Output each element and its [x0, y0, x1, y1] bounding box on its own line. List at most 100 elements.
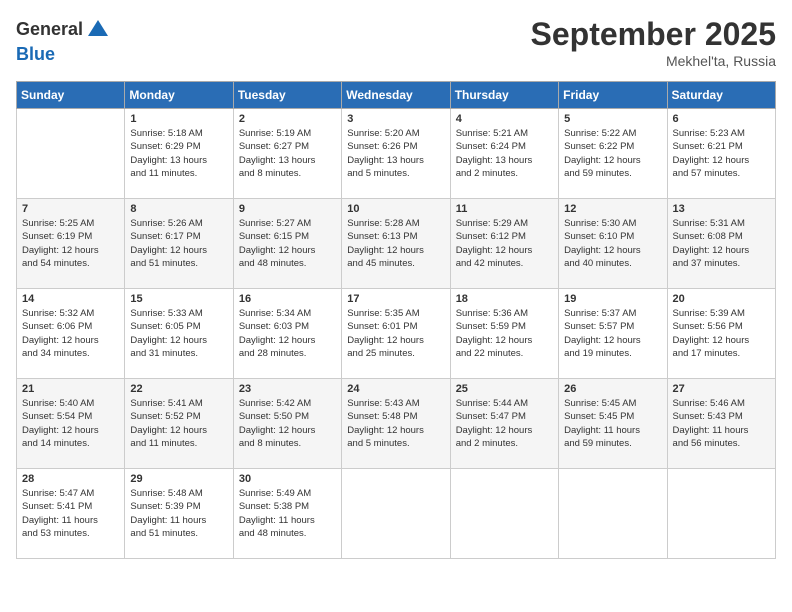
calendar-week-row: 1Sunrise: 5:18 AM Sunset: 6:29 PM Daylig… — [17, 109, 776, 199]
day-number: 12 — [564, 203, 661, 215]
cell-info: Sunrise: 5:43 AM Sunset: 5:48 PM Dayligh… — [347, 397, 444, 450]
calendar-cell: 17Sunrise: 5:35 AM Sunset: 6:01 PM Dayli… — [342, 289, 450, 379]
calendar-cell: 12 Sunrise: 5:30 AM Sunset: 6:10 PM Dayli… — [559, 199, 667, 289]
calendar-cell: 16Sunrise: 5:34 AM Sunset: 6:03 PM Dayli… — [233, 289, 341, 379]
day-number: 30 — [239, 473, 336, 485]
day-number: 5 — [564, 113, 661, 125]
day-number: 25 — [456, 383, 553, 395]
calendar-cell: 24 Sunrise: 5:43 AM Sunset: 5:48 PM Dayli… — [342, 379, 450, 469]
calendar-cell: 30 Sunrise: 5:49 AM Sunset: 5:38 PM Dayli… — [233, 469, 341, 559]
calendar-week-row: 7 Sunrise: 5:25 AM Sunset: 6:19 PM Daylig… — [17, 199, 776, 289]
calendar-header-row: SundayMondayTuesdayWednesdayThursdayFrid… — [17, 82, 776, 109]
day-number: 23 — [239, 383, 336, 395]
day-header-wednesday: Wednesday — [342, 82, 450, 109]
calendar-cell: 9 Sunrise: 5:27 AM Sunset: 6:15 PM Daylig… — [233, 199, 341, 289]
day-header-monday: Monday — [125, 82, 233, 109]
calendar-cell: 27 Sunrise: 5:46 AM Sunset: 5:43 PM Dayli… — [667, 379, 775, 469]
calendar-cell — [450, 469, 558, 559]
cell-info: Sunrise: 5:28 AM Sunset: 6:13 PM Dayligh… — [347, 217, 444, 270]
day-number: 24 — [347, 383, 444, 395]
cell-info: Sunrise: 5:30 AM Sunset: 6:10 PM Dayligh… — [564, 217, 661, 270]
cell-info: Sunrise: 5:18 AM Sunset: 6:29 PM Dayligh… — [130, 127, 227, 180]
cell-info: Sunrise: 5:27 AM Sunset: 6:15 PM Dayligh… — [239, 217, 336, 270]
calendar-cell: 10 Sunrise: 5:28 AM Sunset: 6:13 PM Dayli… — [342, 199, 450, 289]
calendar-cell: 29 Sunrise: 5:48 AM Sunset: 5:39 PM Dayli… — [125, 469, 233, 559]
day-number: 9 — [239, 203, 336, 215]
day-header-friday: Friday — [559, 82, 667, 109]
day-number: 22 — [130, 383, 227, 395]
cell-info: Sunrise: 5:41 AM Sunset: 5:52 PM Dayligh… — [130, 397, 227, 450]
day-header-thursday: Thursday — [450, 82, 558, 109]
calendar-week-row: 14Sunrise: 5:32 AM Sunset: 6:06 PM Dayli… — [17, 289, 776, 379]
day-number: 29 — [130, 473, 227, 485]
calendar-week-row: 21Sunrise: 5:40 AM Sunset: 5:54 PM Dayli… — [17, 379, 776, 469]
calendar-cell: 5Sunrise: 5:22 AM Sunset: 6:22 PM Daylig… — [559, 109, 667, 199]
cell-info: Sunrise: 5:37 AM Sunset: 5:57 PM Dayligh… — [564, 307, 661, 360]
calendar-cell: 3 Sunrise: 5:20 AM Sunset: 6:26 PM Daylig… — [342, 109, 450, 199]
cell-info: Sunrise: 5:42 AM Sunset: 5:50 PM Dayligh… — [239, 397, 336, 450]
day-header-tuesday: Tuesday — [233, 82, 341, 109]
day-number: 26 — [564, 383, 661, 395]
logo-blue: Blue — [16, 44, 55, 64]
day-number: 4 — [456, 113, 553, 125]
day-header-saturday: Saturday — [667, 82, 775, 109]
cell-info: Sunrise: 5:46 AM Sunset: 5:43 PM Dayligh… — [673, 397, 770, 450]
logo: General Blue — [16, 16, 113, 66]
calendar-cell: 4 Sunrise: 5:21 AM Sunset: 6:24 PM Daylig… — [450, 109, 558, 199]
day-number: 18 — [456, 293, 553, 305]
cell-info: Sunrise: 5:34 AM Sunset: 6:03 PM Dayligh… — [239, 307, 336, 360]
cell-info: Sunrise: 5:25 AM Sunset: 6:19 PM Dayligh… — [22, 217, 119, 270]
cell-info: Sunrise: 5:45 AM Sunset: 5:45 PM Dayligh… — [564, 397, 661, 450]
day-number: 7 — [22, 203, 119, 215]
cell-info: Sunrise: 5:48 AM Sunset: 5:39 PM Dayligh… — [130, 487, 227, 540]
cell-info: Sunrise: 5:35 AM Sunset: 6:01 PM Dayligh… — [347, 307, 444, 360]
day-number: 11 — [456, 203, 553, 215]
calendar-cell: 19Sunrise: 5:37 AM Sunset: 5:57 PM Dayli… — [559, 289, 667, 379]
logo-general: General — [16, 19, 83, 39]
calendar-cell — [17, 109, 125, 199]
calendar-cell: 15 Sunrise: 5:33 AM Sunset: 6:05 PM Dayli… — [125, 289, 233, 379]
calendar-cell: 7 Sunrise: 5:25 AM Sunset: 6:19 PM Daylig… — [17, 199, 125, 289]
cell-info: Sunrise: 5:26 AM Sunset: 6:17 PM Dayligh… — [130, 217, 227, 270]
day-number: 28 — [22, 473, 119, 485]
calendar-cell — [559, 469, 667, 559]
location-subtitle: Mekhel'ta, Russia — [531, 53, 776, 69]
cell-info: Sunrise: 5:44 AM Sunset: 5:47 PM Dayligh… — [456, 397, 553, 450]
calendar-cell — [667, 469, 775, 559]
day-number: 14 — [22, 293, 119, 305]
cell-info: Sunrise: 5:19 AM Sunset: 6:27 PM Dayligh… — [239, 127, 336, 180]
calendar-cell: 22 Sunrise: 5:41 AM Sunset: 5:52 PM Dayli… — [125, 379, 233, 469]
calendar-cell: 28 Sunrise: 5:47 AM Sunset: 5:41 PM Dayli… — [17, 469, 125, 559]
calendar-cell: 14Sunrise: 5:32 AM Sunset: 6:06 PM Dayli… — [17, 289, 125, 379]
calendar-cell: 13Sunrise: 5:31 AM Sunset: 6:08 PM Dayli… — [667, 199, 775, 289]
month-year-title: September 2025 — [531, 16, 776, 53]
day-number: 27 — [673, 383, 770, 395]
cell-info: Sunrise: 5:40 AM Sunset: 5:54 PM Dayligh… — [22, 397, 119, 450]
day-number: 8 — [130, 203, 227, 215]
day-number: 15 — [130, 293, 227, 305]
cell-info: Sunrise: 5:23 AM Sunset: 6:21 PM Dayligh… — [673, 127, 770, 180]
cell-info: Sunrise: 5:39 AM Sunset: 5:56 PM Dayligh… — [673, 307, 770, 360]
calendar-week-row: 28 Sunrise: 5:47 AM Sunset: 5:41 PM Dayli… — [17, 469, 776, 559]
cell-info: Sunrise: 5:36 AM Sunset: 5:59 PM Dayligh… — [456, 307, 553, 360]
day-number: 3 — [347, 113, 444, 125]
calendar-cell: 25 Sunrise: 5:44 AM Sunset: 5:47 PM Dayli… — [450, 379, 558, 469]
day-number: 10 — [347, 203, 444, 215]
calendar-cell: 1Sunrise: 5:18 AM Sunset: 6:29 PM Daylig… — [125, 109, 233, 199]
calendar-table: SundayMondayTuesdayWednesdayThursdayFrid… — [16, 81, 776, 559]
calendar-cell: 6 Sunrise: 5:23 AM Sunset: 6:21 PM Daylig… — [667, 109, 775, 199]
day-number: 6 — [673, 113, 770, 125]
cell-info: Sunrise: 5:33 AM Sunset: 6:05 PM Dayligh… — [130, 307, 227, 360]
day-header-sunday: Sunday — [17, 82, 125, 109]
cell-info: Sunrise: 5:47 AM Sunset: 5:41 PM Dayligh… — [22, 487, 119, 540]
page-header: General Blue September 2025 Mekhel'ta, R… — [16, 16, 776, 69]
cell-info: Sunrise: 5:49 AM Sunset: 5:38 PM Dayligh… — [239, 487, 336, 540]
cell-info: Sunrise: 5:21 AM Sunset: 6:24 PM Dayligh… — [456, 127, 553, 180]
calendar-cell: 2Sunrise: 5:19 AM Sunset: 6:27 PM Daylig… — [233, 109, 341, 199]
calendar-cell: 18 Sunrise: 5:36 AM Sunset: 5:59 PM Dayli… — [450, 289, 558, 379]
calendar-cell: 20Sunrise: 5:39 AM Sunset: 5:56 PM Dayli… — [667, 289, 775, 379]
calendar-cell: 11Sunrise: 5:29 AM Sunset: 6:12 PM Dayli… — [450, 199, 558, 289]
cell-info: Sunrise: 5:20 AM Sunset: 6:26 PM Dayligh… — [347, 127, 444, 180]
calendar-cell: 23 Sunrise: 5:42 AM Sunset: 5:50 PM Dayli… — [233, 379, 341, 469]
title-block: September 2025 Mekhel'ta, Russia — [531, 16, 776, 69]
